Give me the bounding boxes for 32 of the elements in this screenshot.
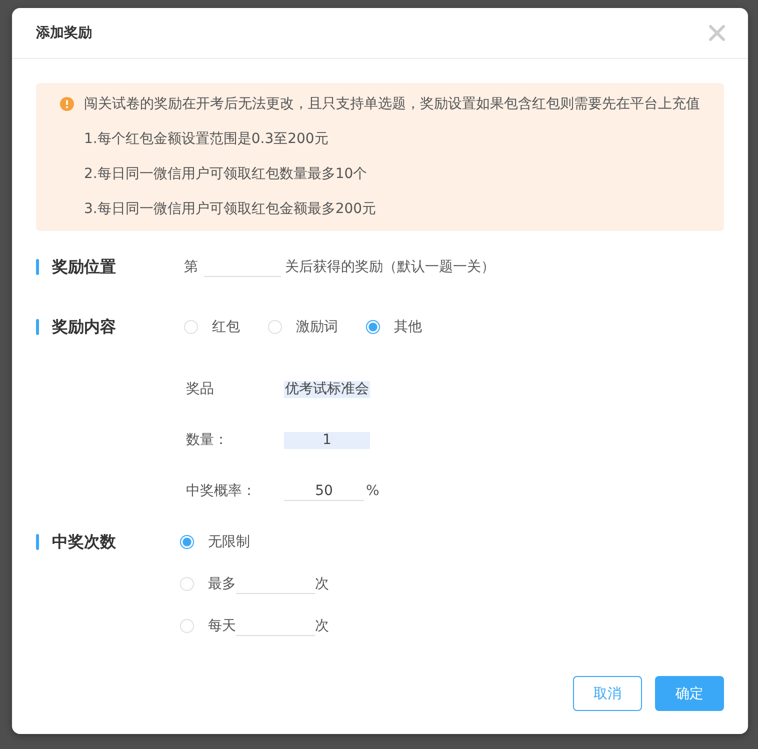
accent-bar-icon [36,534,39,550]
warning-icon [60,97,74,111]
dialog-title: 添加奖励 [36,24,92,42]
section-title: 奖励内容 [52,316,116,338]
input-field[interactable]: 1 [284,432,370,448]
notice-message: 闯关试卷的奖励在开考后无法更改，且只支持单选题，奖励设置如果包含红包则需要先在平台上充值 [84,95,700,114]
prefix-label: 第 [184,258,198,276]
radio-option[interactable]: 其他 [366,318,422,336]
unit-label: 次 [315,575,329,593]
section-title: 奖励位置 [52,256,116,278]
close-icon[interactable] [709,25,725,41]
input-field[interactable]: 优考试标准会 [284,380,370,398]
field-label: 奖品 [186,380,215,398]
accent-bar-icon [36,319,39,335]
notice-item: 2.每日同一微信用户可领取红包数量最多10个 [84,165,368,184]
suffix-label: 关后获得的奖励（默认一题一关） [285,258,495,276]
radio-option[interactable]: 无限制 [180,533,250,551]
field-label: 数量： [186,431,229,449]
radio-option[interactable]: 每天 [180,617,236,635]
radio-option[interactable]: 红包 [184,318,240,336]
radio-option[interactable]: 激励词 [268,318,338,336]
unit-label: 次 [315,617,329,635]
input-field[interactable]: 50 [284,481,364,501]
notice-item: 3.每日同一微信用户可领取红包金额最多200元 [84,200,378,219]
accent-bar-icon [36,259,39,275]
radio-option[interactable]: 最多 [180,575,236,593]
radio-icon[interactable] [180,535,194,549]
radio-icon[interactable] [366,320,380,334]
notice-item: 1.每个红包金额设置范围是0.3至200元 [84,130,330,149]
field-label: 中奖概率： [186,482,257,500]
unit-label: % [366,483,380,499]
section-title: 中奖次数 [52,532,116,552]
